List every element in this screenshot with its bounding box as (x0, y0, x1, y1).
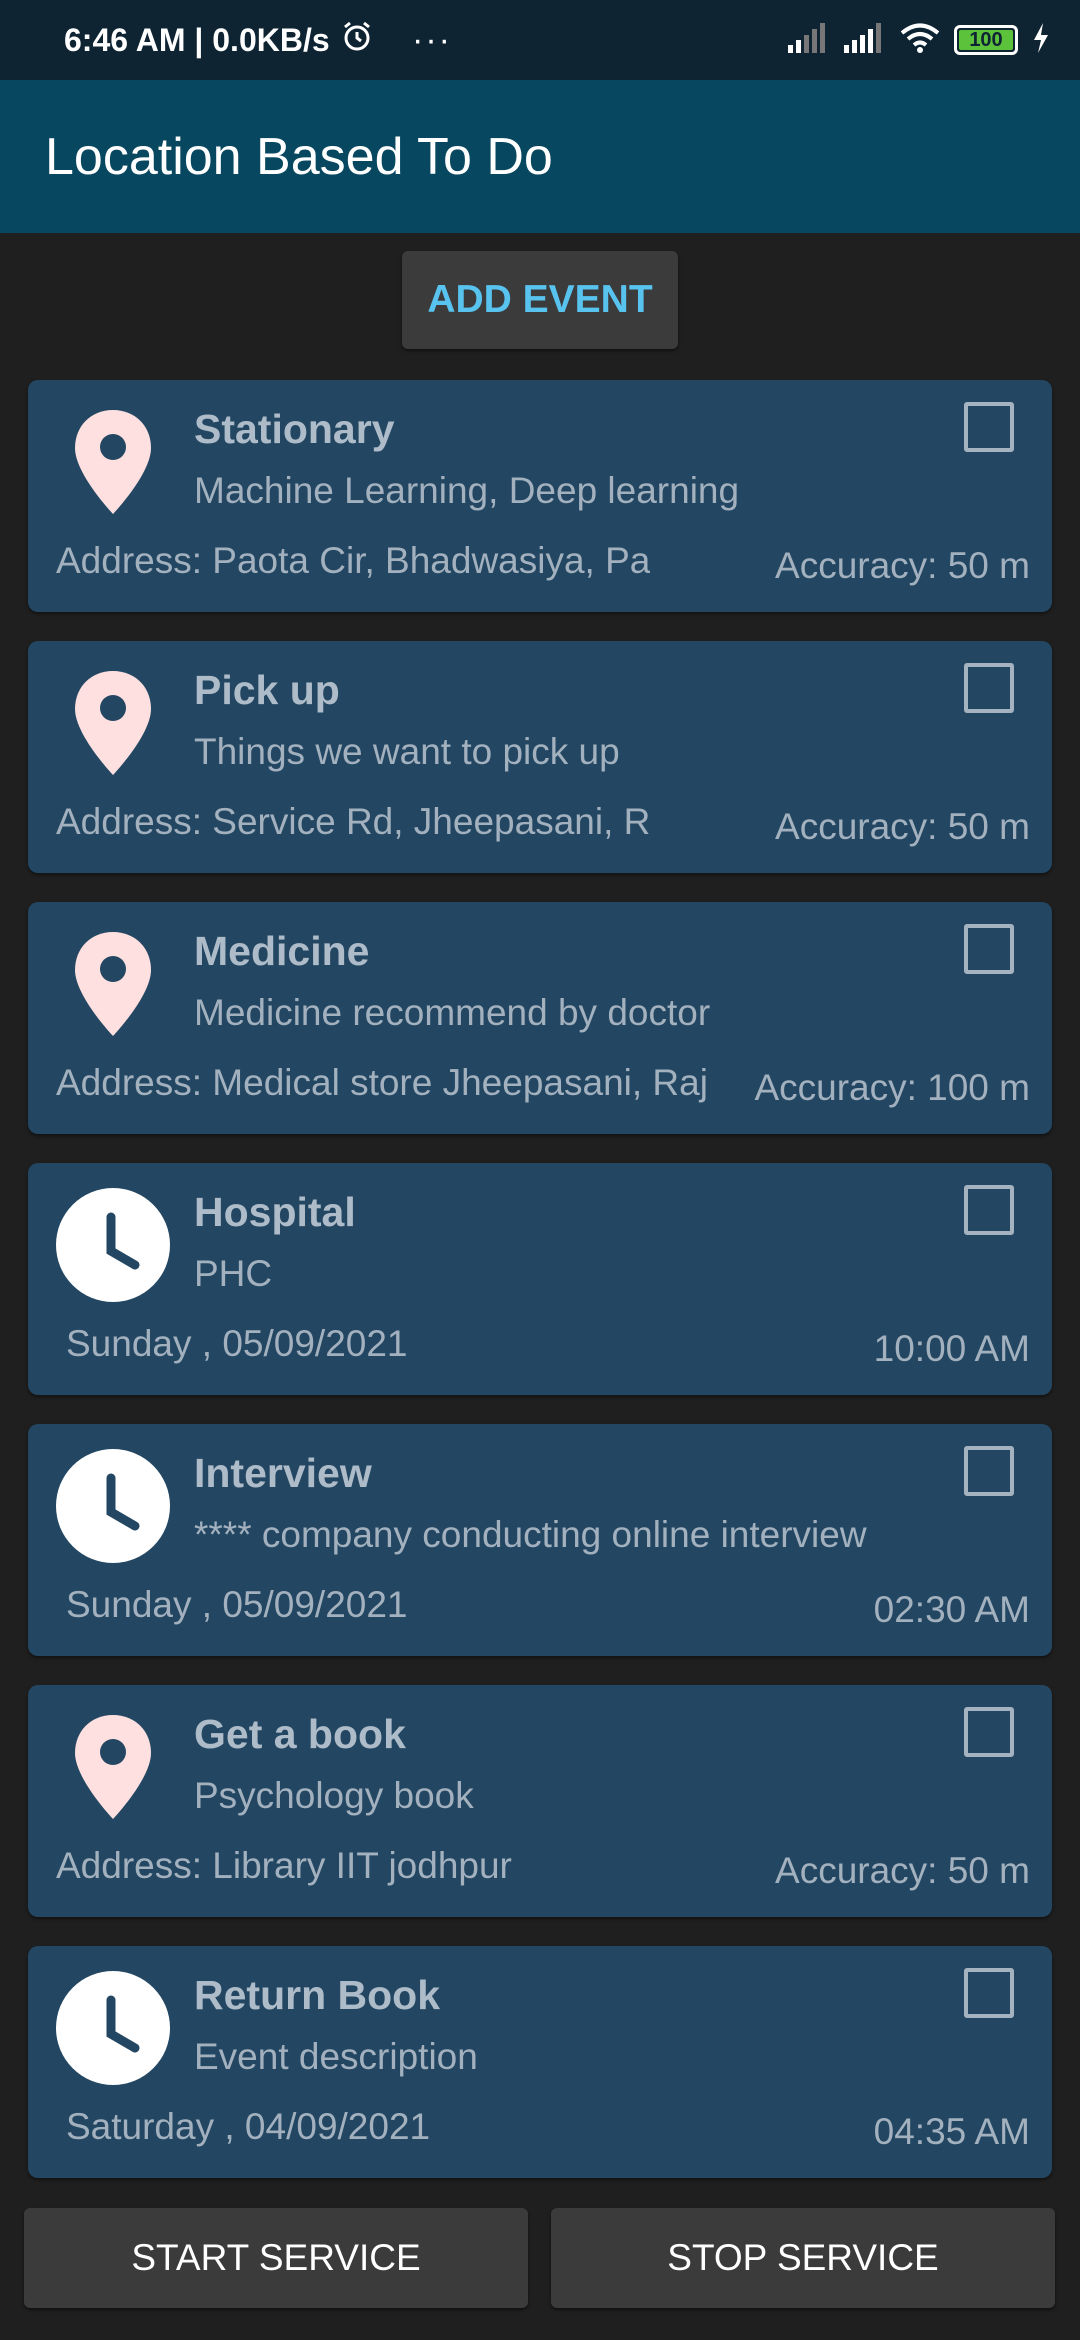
battery-icon: 100 (954, 25, 1018, 55)
event-address: Address: Library IIT jodhpur (56, 1845, 512, 1886)
event-checkbox[interactable] (964, 402, 1014, 452)
event-address: Address: Medical store Jheepasani, Raj (56, 1062, 708, 1103)
event-address: Address: Service Rd, Jheepasani, R (56, 801, 651, 842)
clock-icon (53, 1968, 173, 2088)
event-address: Address: Paota Cir, Bhadwasiya, Pa (56, 540, 651, 581)
event-checkbox[interactable] (964, 1185, 1014, 1235)
event-card[interactable]: Get a book Psychology book Address: Librar… (28, 1685, 1052, 1917)
alarm-clock-icon (340, 19, 374, 61)
event-accuracy: Accuracy: 50 m (769, 1850, 1030, 1892)
event-time: 10:00 AM (867, 1328, 1030, 1370)
event-description: Psychology book (194, 1775, 474, 1816)
status-right: 100 (788, 0, 1050, 80)
event-checkbox[interactable] (964, 1968, 1014, 2018)
wifi-icon (900, 22, 940, 59)
event-time: 04:35 AM (867, 2111, 1030, 2153)
location-pin-icon (53, 1707, 173, 1827)
status-left: 6:46 AM | 0.0KB/s (64, 0, 374, 80)
event-date: Saturday , 04/09/2021 (66, 2106, 431, 2147)
app-title: Location Based To Do (45, 127, 553, 186)
event-description: Event description (194, 2036, 478, 2077)
event-card[interactable]: Pick up Things we want to pick up Address:… (28, 641, 1052, 873)
event-checkbox[interactable] (964, 1446, 1014, 1496)
more-notifications-icon: ··· (412, 20, 452, 59)
event-title: Hospital (194, 1189, 356, 1235)
event-title: Return Book (194, 1972, 440, 2018)
clock-icon (53, 1185, 173, 1305)
event-date: Sunday , 05/09/2021 (66, 1584, 408, 1625)
event-checkbox[interactable] (964, 663, 1014, 713)
event-card[interactable]: Return Book Event description Saturday , 0… (28, 1946, 1052, 2178)
location-pin-icon (53, 924, 173, 1044)
battery-level: 100 (969, 28, 1003, 51)
event-date: Sunday , 05/09/2021 (66, 1323, 408, 1364)
clock-icon (53, 1446, 173, 1566)
event-title: Interview (194, 1450, 372, 1496)
event-description: Medicine recommend by doctor (194, 992, 711, 1033)
event-description: **** company conducting online interview (194, 1514, 867, 1555)
event-accuracy: Accuracy: 50 m (769, 545, 1030, 587)
event-title: Get a book (194, 1711, 406, 1757)
event-title: Medicine (194, 928, 370, 974)
stop-service-button[interactable]: STOP SERVICE (551, 2208, 1055, 2308)
event-time: 02:30 AM (867, 1589, 1030, 1631)
event-checkbox[interactable] (964, 924, 1014, 974)
charging-icon (1032, 22, 1050, 58)
add-event-button[interactable]: ADD EVENT (402, 251, 678, 349)
event-description: Machine Learning, Deep learning (194, 470, 740, 511)
status-time-speed: 6:46 AM | 0.0KB/s (64, 21, 330, 58)
event-card[interactable]: Stationary Machine Learning, Deep learnin… (28, 380, 1052, 612)
event-checkbox[interactable] (964, 1707, 1014, 1757)
location-pin-icon (53, 663, 173, 783)
event-description: Things we want to pick up (194, 731, 620, 772)
event-card[interactable]: Interview **** company conducting online … (28, 1424, 1052, 1656)
signal-icon (788, 22, 830, 58)
start-service-button[interactable]: START SERVICE (24, 2208, 528, 2308)
event-title: Pick up (194, 667, 340, 713)
status-bar: 6:46 AM | 0.0KB/s ··· 100 (0, 0, 1080, 80)
event-description: PHC (194, 1253, 273, 1294)
event-accuracy: Accuracy: 50 m (769, 806, 1030, 848)
event-title: Stationary (194, 406, 395, 452)
event-accuracy: Accuracy: 100 m (748, 1067, 1030, 1109)
signal-icon (844, 22, 886, 58)
event-card[interactable]: Hospital PHC Sunday , 05/09/2021 10:00 AM (28, 1163, 1052, 1395)
location-pin-icon (53, 402, 173, 522)
app-bar: Location Based To Do (0, 80, 1080, 233)
event-card[interactable]: Medicine Medicine recommend by doctor Addr… (28, 902, 1052, 1134)
